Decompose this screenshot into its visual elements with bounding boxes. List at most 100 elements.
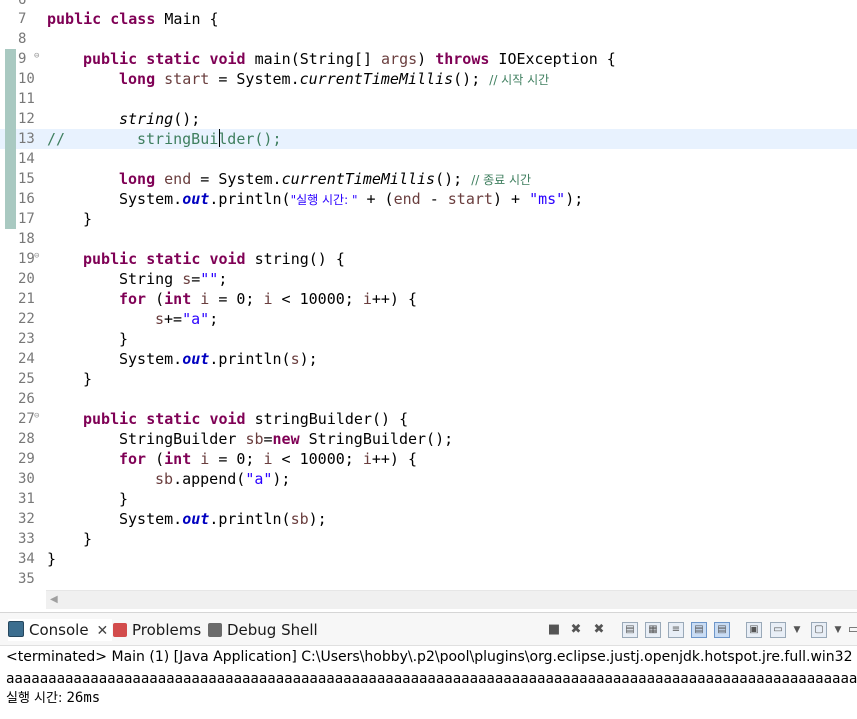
tab-console[interactable]: Console ✕ <box>8 619 113 642</box>
code-fragment: .append( <box>173 470 246 488</box>
code-line[interactable]: 20 String s=""; <box>0 269 857 289</box>
code-line[interactable]: 32 System.out.println(sb); <box>0 509 857 529</box>
fold-collapse-icon[interactable]: ⊖ <box>34 51 44 61</box>
show-console-on-stdout-icon[interactable]: ▤ <box>691 622 707 638</box>
type-name: StringBuilder <box>119 430 246 448</box>
scroll-left-icon[interactable]: ◀ <box>50 594 58 605</box>
change-marker <box>5 89 16 109</box>
code-line[interactable]: 21 for (int i = 0; i < 10000; i++) { <box>0 289 857 309</box>
code-text: } <box>119 330 129 348</box>
code-fragment: - <box>420 190 448 208</box>
code-line[interactable]: 9 ⊖ public static void main(String[] arg… <box>0 49 857 69</box>
code-fragment: System. <box>119 510 183 528</box>
code-fragment: ( <box>146 290 165 308</box>
console-output-line[interactable]: aaaaaaaaaaaaaaaaaaaaaaaaaaaaaaaaaaaaaaaa… <box>6 669 857 689</box>
fold-collapse-icon[interactable]: ⊖ <box>34 251 44 261</box>
code-line[interactable]: 30 sb.append("a"); <box>0 469 857 489</box>
code-line[interactable]: 31 } <box>0 489 857 509</box>
chevron-down-icon[interactable]: ▼ <box>789 622 805 638</box>
code-fragment: += <box>164 310 183 328</box>
console-output-line[interactable]: 실행 시간: 26ms <box>6 688 100 708</box>
horizontal-scrollbar[interactable]: ◀ <box>46 590 857 609</box>
code-line[interactable]: 22 s+="a"; <box>0 309 857 329</box>
remove-all-terminated-icon[interactable]: ✖ <box>591 622 607 638</box>
tab-problems[interactable]: Problems <box>113 619 201 641</box>
line-number: 34 <box>18 551 35 567</box>
code-line-current[interactable]: 13 // stringBuilder(); <box>0 129 857 149</box>
code-line[interactable]: 26 <box>0 389 857 409</box>
display-selected-console-icon[interactable]: ▭ <box>770 622 786 638</box>
code-line[interactable]: 15 long end = System.currentTimeMillis()… <box>0 169 857 189</box>
code-line[interactable]: 33 } <box>0 529 857 549</box>
line-number: 15 <box>18 171 35 187</box>
commented-code: stringBuilder(); <box>137 130 282 148</box>
code-fragment: = <box>263 430 273 448</box>
code-text: String s=""; <box>119 269 227 289</box>
code-text: } <box>83 530 93 548</box>
line-number: 26 <box>18 391 35 407</box>
code-line[interactable]: 23 } <box>0 329 857 349</box>
minimize-icon[interactable]: ▭ <box>846 622 857 638</box>
variable: i <box>263 290 273 308</box>
code-line[interactable]: 12 string(); <box>0 109 857 129</box>
keyword: long <box>119 170 156 188</box>
code-text: public class Main { <box>47 9 219 29</box>
word-wrap-icon[interactable]: ≡ <box>668 622 684 638</box>
terminate-icon[interactable]: ■ <box>546 622 562 638</box>
code-line[interactable]: 7 public class Main { <box>0 9 857 29</box>
variable: start <box>164 70 210 88</box>
code-fragment: ( <box>146 450 165 468</box>
close-icon[interactable]: ✕ <box>97 620 109 642</box>
pin-console-icon[interactable]: ▣ <box>746 622 762 638</box>
remove-launch-icon[interactable]: ✖ <box>568 622 584 638</box>
code-line[interactable]: 17 } <box>0 209 857 229</box>
keyword: void <box>209 50 246 68</box>
fold-collapse-icon[interactable]: ⊖ <box>34 411 44 421</box>
console-tab-bar: Console ✕ Problems Debug Shell ■ ✖ ✖ ▤ ▦ … <box>0 613 857 646</box>
code-line[interactable]: 28 StringBuilder sb=new StringBuilder(); <box>0 429 857 449</box>
code-line[interactable]: 11 <box>0 89 857 109</box>
code-line[interactable]: 18 <box>0 229 857 249</box>
variable: start <box>447 190 493 208</box>
line-number: 35 <box>18 571 35 587</box>
text-caret <box>219 129 220 147</box>
clear-console-icon[interactable]: ▤ <box>622 622 638 638</box>
code-line[interactable]: 24 System.out.println(s); <box>0 349 857 369</box>
code-text: long end = System.currentTimeMillis(); /… <box>119 169 531 189</box>
line-number: 30 <box>18 471 35 487</box>
code-fragment: = <box>191 270 201 288</box>
line-number: 32 <box>18 511 35 527</box>
console-view[interactable]: Console ✕ Problems Debug Shell ■ ✖ ✖ ▤ ▦ … <box>0 612 857 719</box>
change-marker <box>5 129 16 149</box>
string-literal: "" <box>200 270 219 288</box>
keyword: int <box>164 450 192 468</box>
code-line[interactable]: 19 ⊖ public static void string() { <box>0 249 857 269</box>
code-line[interactable]: 34 } <box>0 549 857 569</box>
code-line[interactable]: 29 for (int i = 0; i < 10000; i++) { <box>0 449 857 469</box>
chevron-down-icon[interactable]: ▼ <box>830 622 846 638</box>
code-line[interactable]: 35 <box>0 569 857 589</box>
code-editor[interactable]: 6 7 public class Main { 8 9 ⊖ public sta… <box>0 0 857 610</box>
code-text: s+="a"; <box>155 309 218 329</box>
code-line[interactable]: 10 long start = System.currentTimeMillis… <box>0 69 857 89</box>
code-line[interactable]: 27 ⊖ public static void stringBuilder() … <box>0 409 857 429</box>
tab-console-label: Console <box>29 621 89 639</box>
open-console-icon[interactable]: ▢ <box>811 622 827 638</box>
code-fragment: = System. <box>191 170 282 188</box>
show-console-on-stderr-icon[interactable]: ▤ <box>714 622 730 638</box>
console-icon <box>8 621 24 637</box>
variable: i <box>191 290 210 308</box>
code-fragment: < 10000; <box>272 450 363 468</box>
keyword: long <box>119 70 156 88</box>
console-process-label: <terminated> Main (1) [Java Application]… <box>6 649 853 665</box>
code-line[interactable]: 16 System.out.println("실행 시간: " + (end -… <box>0 189 857 209</box>
tab-debug-shell[interactable]: Debug Shell <box>208 619 318 641</box>
code-line[interactable]: 25 } <box>0 369 857 389</box>
code-text: public static void main(String[] args) t… <box>83 50 616 68</box>
code-line[interactable]: 8 <box>0 29 857 49</box>
code-line[interactable]: 14 <box>0 149 857 169</box>
line-number: 29 <box>18 451 35 467</box>
code-fragment: + ( <box>357 190 394 208</box>
variable: i <box>191 450 210 468</box>
scroll-lock-icon[interactable]: ▦ <box>645 622 661 638</box>
